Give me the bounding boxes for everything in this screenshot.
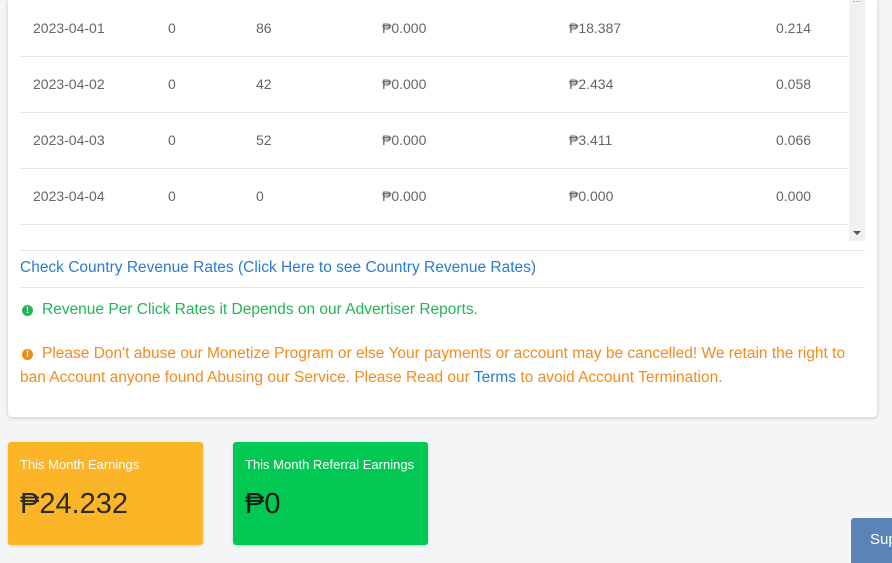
referral-earnings-label: This Month Referral Earnings: [245, 457, 415, 472]
earnings-card: 2023-04-01 0 86 ₱0.000 ₱18.387 0.214 202…: [8, 0, 877, 417]
month-earnings-value: ₱24.232: [20, 488, 129, 520]
referral-earnings-card: This Month Referral Earnings ₱0: [233, 442, 428, 545]
value-cell: ₱0.000: [382, 76, 427, 92]
value-cell: 86: [256, 20, 272, 36]
divider: [20, 250, 865, 251]
value-cell: 0: [168, 20, 176, 36]
date-cell: 2023-04-01: [33, 20, 105, 36]
table-scrollbar[interactable]: [849, 0, 865, 241]
value-cell: 52: [256, 132, 272, 148]
value-cell: 0: [168, 132, 176, 148]
rpc-notice: ! Revenue Per Click Rates it Depends on o…: [20, 298, 860, 322]
value-cell: 0.066: [776, 132, 812, 148]
table-row: 2023-04-02 0 42 ₱0.000 ₱2.434 0.058: [20, 56, 848, 113]
value-cell: 0.058: [776, 76, 812, 92]
month-earnings-label: This Month Earnings: [20, 457, 140, 472]
value-cell: ₱3.411: [569, 132, 613, 148]
referral-earnings-value: ₱0: [245, 488, 281, 520]
value-cell: 0: [168, 188, 176, 204]
value-cell: ₱0.000: [382, 20, 427, 36]
value-cell: 0.214: [776, 20, 812, 36]
earnings-table: 2023-04-01 0 86 ₱0.000 ₱18.387 0.214 202…: [20, 0, 858, 241]
month-earnings-card: This Month Earnings ₱24.232: [8, 442, 203, 545]
date-cell: 2023-04-04: [33, 188, 105, 204]
exclamation-circle-icon: !: [22, 349, 33, 360]
country-rates-link[interactable]: Check Country Revenue Rates (Click Here …: [20, 259, 536, 277]
value-cell: 0: [256, 188, 264, 204]
value-cell: ₱0.000: [382, 132, 427, 148]
scroll-up-icon[interactable]: [853, 1, 861, 4]
exclamation-circle-icon: !: [22, 305, 33, 316]
abuse-warning-text-end: to avoid Account Termination.: [516, 369, 723, 386]
value-cell: ₱2.434: [569, 76, 614, 92]
rpc-notice-text: Revenue Per Click Rates it Depends on ou…: [42, 301, 478, 318]
scroll-down-icon[interactable]: [853, 231, 861, 235]
value-cell: ₱0.000: [382, 188, 427, 204]
value-cell: ₱18.387: [569, 20, 622, 36]
value-cell: ₱0.000: [569, 188, 614, 204]
support-button[interactable]: Sup: [851, 518, 892, 563]
value-cell: 0.000: [776, 188, 812, 204]
table-row: 2023-04-04 0 0 ₱0.000 ₱0.000 0.000: [20, 168, 848, 225]
table-row: 2023-04-01 0 86 ₱0.000 ₱18.387 0.214: [20, 0, 848, 57]
value-cell: 0: [168, 76, 176, 92]
divider: [20, 287, 865, 288]
table-row: 2023-04-03 0 52 ₱0.000 ₱3.411 0.066: [20, 112, 848, 169]
terms-link[interactable]: Terms: [474, 369, 516, 386]
date-cell: 2023-04-03: [33, 132, 105, 148]
abuse-warning: ! Please Don't abuse our Monetize Program…: [20, 342, 860, 390]
value-cell: 42: [256, 76, 272, 92]
date-cell: 2023-04-02: [33, 76, 105, 92]
